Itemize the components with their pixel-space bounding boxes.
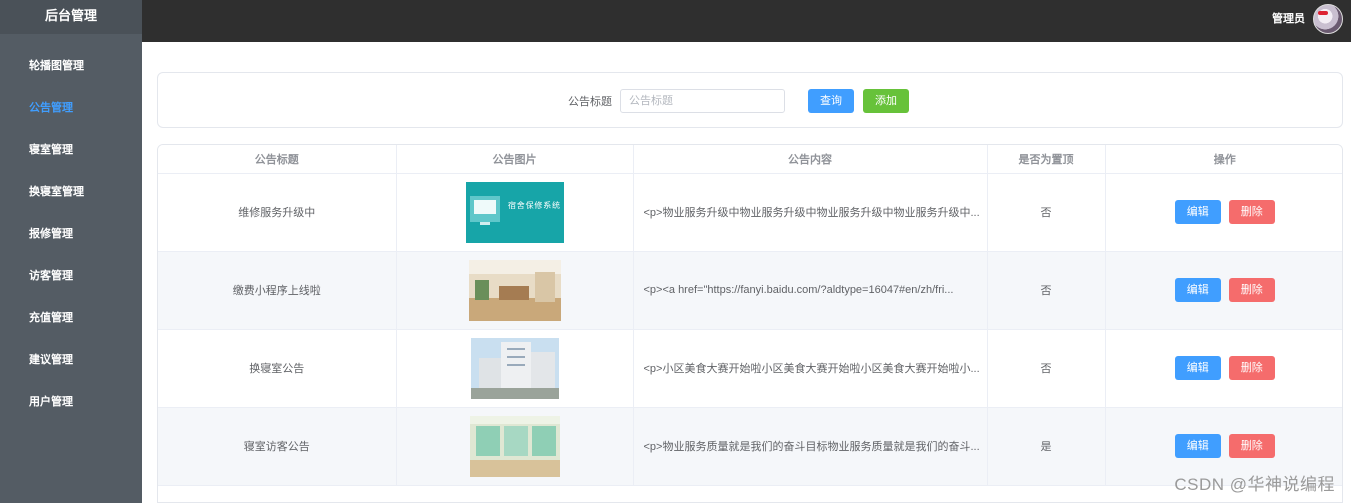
sidebar-menu: 轮播图管理 公告管理 寝室管理 换寝室管理 报修管理 访客管理 充值管理 建议管… xyxy=(0,34,142,423)
sidebar-item-visitors[interactable]: 访客管理 xyxy=(0,255,142,297)
top-header: 管理员 xyxy=(142,0,1351,42)
add-button[interactable]: 添加 xyxy=(863,89,909,113)
cell-actions: 编辑 删除 xyxy=(1105,173,1342,252)
announcement-image xyxy=(469,415,560,477)
cell-content: <p>物业服务升级中物业服务升级中物业服务升级中物业服务升级中... xyxy=(633,173,988,252)
cell-title: 换寝室公告 xyxy=(158,329,397,408)
edit-button[interactable]: 编辑 xyxy=(1174,356,1221,380)
cell-content: <p>小区美食大赛开始啦小区美食大赛开始啦小区美食大赛开始啦小... xyxy=(633,329,988,408)
column-header-image: 公告图片 xyxy=(396,145,634,174)
sidebar-item-announcements[interactable]: 公告管理 xyxy=(0,87,142,129)
search-label: 公告标题 xyxy=(568,96,612,108)
edit-button[interactable]: 编辑 xyxy=(1174,200,1221,224)
delete-button[interactable]: 删除 xyxy=(1228,278,1275,302)
announcement-image xyxy=(470,337,559,399)
cell-title: 维修服务升级中 xyxy=(158,173,397,252)
table-row: 维修服务升级中 宿舍保修系统 <p>物业服务升级中物业服务升级中物业服务升级中物… xyxy=(158,173,1342,252)
table-row: 换寝室公告 <p>小区美食大赛开始啦小区美食大赛开始啦小区美食大赛开始啦小...… xyxy=(158,329,1342,408)
sidebar-item-carousel[interactable]: 轮播图管理 xyxy=(0,45,142,87)
column-header-actions: 操作 xyxy=(1105,145,1342,174)
app-title: 后台管理 xyxy=(0,0,142,34)
sidebar-item-users[interactable]: 用户管理 xyxy=(0,381,142,423)
sidebar-item-recharge[interactable]: 充值管理 xyxy=(0,297,142,339)
cell-image xyxy=(396,329,634,408)
delete-button[interactable]: 删除 xyxy=(1228,434,1275,458)
sidebar-item-dorm-change[interactable]: 换寝室管理 xyxy=(0,171,142,213)
search-panel: 公告标题 查询 添加 xyxy=(157,72,1343,128)
edit-button[interactable]: 编辑 xyxy=(1174,434,1221,458)
delete-button[interactable]: 删除 xyxy=(1228,200,1275,224)
cell-pinned: 否 xyxy=(987,329,1106,408)
image-caption: 宿舍保修系统 xyxy=(508,200,560,210)
column-header-title: 公告标题 xyxy=(158,145,397,174)
user-name[interactable]: 管理员 xyxy=(1272,0,1305,38)
cell-content: <p>物业服务质量就是我们的奋斗目标物业服务质量就是我们的奋斗... xyxy=(633,407,988,486)
announcement-image xyxy=(468,259,561,321)
table-row: 寝室访客公告 <p>物业服务质量就是我们的奋斗目标物业服务质量就是我们的奋斗..… xyxy=(158,407,1342,486)
cell-actions: 编辑 删除 xyxy=(1105,251,1342,330)
sidebar-item-dorms[interactable]: 寝室管理 xyxy=(0,129,142,171)
table-header-row: 公告标题 公告图片 公告内容 是否为置顶 操作 xyxy=(158,145,1342,174)
edit-button[interactable]: 编辑 xyxy=(1174,278,1221,302)
sidebar: 后台管理 轮播图管理 公告管理 寝室管理 换寝室管理 报修管理 访客管理 充值管… xyxy=(0,0,142,503)
announcement-table: 公告标题 公告图片 公告内容 是否为置顶 操作 维修服务升级中 宿舍保修系统 <… xyxy=(157,144,1343,503)
cell-image xyxy=(396,407,634,486)
sidebar-item-suggestions[interactable]: 建议管理 xyxy=(0,339,142,381)
cell-image xyxy=(396,251,634,330)
cell-pinned: 是 xyxy=(987,407,1106,486)
watermark: CSDN @华神说编程 xyxy=(1174,475,1335,494)
cell-title: 缴费小程序上线啦 xyxy=(158,251,397,330)
avatar[interactable] xyxy=(1313,4,1343,34)
query-button[interactable]: 查询 xyxy=(808,89,854,113)
column-header-content: 公告内容 xyxy=(633,145,988,174)
cell-actions: 编辑 删除 xyxy=(1105,329,1342,408)
search-input[interactable] xyxy=(620,89,785,113)
cell-title: 寝室访客公告 xyxy=(158,407,397,486)
cell-content: <p><a href="https://fanyi.baidu.com/?ald… xyxy=(633,251,988,330)
sidebar-item-repairs[interactable]: 报修管理 xyxy=(0,213,142,255)
cell-pinned: 否 xyxy=(987,251,1106,330)
delete-button[interactable]: 删除 xyxy=(1228,356,1275,380)
cell-pinned: 否 xyxy=(987,173,1106,252)
announcement-image: 宿舍保修系统 xyxy=(465,181,564,243)
column-header-pinned: 是否为置顶 xyxy=(987,145,1106,174)
table-row: 缴费小程序上线啦 <p><a href="https://fanyi.baidu… xyxy=(158,251,1342,330)
cell-image: 宿舍保修系统 xyxy=(396,173,634,252)
